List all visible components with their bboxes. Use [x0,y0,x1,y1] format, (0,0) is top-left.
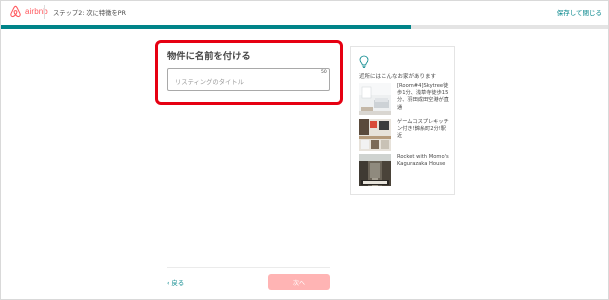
progress-bar [1,25,608,29]
example-listing-title: [Room#4]Skytree徒歩1分、浅草寺徒歩15分、羽田成田空港が直通 [397,83,449,111]
progress-bar-fill [1,25,411,29]
character-limit-counter: 50 [321,70,327,75]
step-title: ステップ2: 次に特徴をPR [53,10,126,17]
listing-title-input[interactable] [167,68,330,91]
tips-heading: 近所にはこんなお家があります [359,74,437,80]
listing-thumbnail [359,154,391,186]
example-listing-title: ゲームコスプレキッチン付き!錦糸町2分!駅近 [397,119,449,140]
listing-thumbnail [359,83,391,115]
airbnb-logo[interactable]: airbnb [9,5,48,18]
listing-thumbnail [359,119,391,151]
nearby-listings-panel: 近所にはこんなお家があります [Room#4]Skytree徒歩1分、浅草寺徒歩… [350,46,455,195]
header-divider [44,5,45,19]
form-title: 物件に名前を付ける [167,51,251,62]
example-listing[interactable]: Rocket with Momo's Kagurazaka House [359,154,449,186]
top-bar: airbnb ステップ2: 次に特徴をPR 保存して閉じる [1,1,608,25]
save-and-exit-link[interactable]: 保存して閉じる [557,7,602,17]
next-button[interactable]: 次へ [268,274,330,290]
airbnb-belo-icon [10,5,21,18]
example-listing-title: Rocket with Momo's Kagurazaka House [397,154,449,168]
example-listing[interactable]: [Room#4]Skytree徒歩1分、浅草寺徒歩15分、羽田成田空港が直通 [359,83,449,115]
footer-divider [167,267,330,268]
lightbulb-icon [359,55,369,69]
back-link[interactable]: ‹ 戻る [167,278,184,287]
example-listing[interactable]: ゲームコスプレキッチン付き!錦糸町2分!駅近 [359,119,449,151]
